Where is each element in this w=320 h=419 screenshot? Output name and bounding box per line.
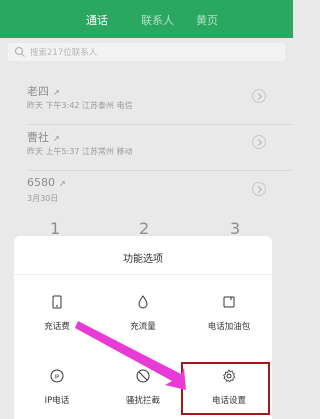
- pointer-arrow: [75, 321, 186, 390]
